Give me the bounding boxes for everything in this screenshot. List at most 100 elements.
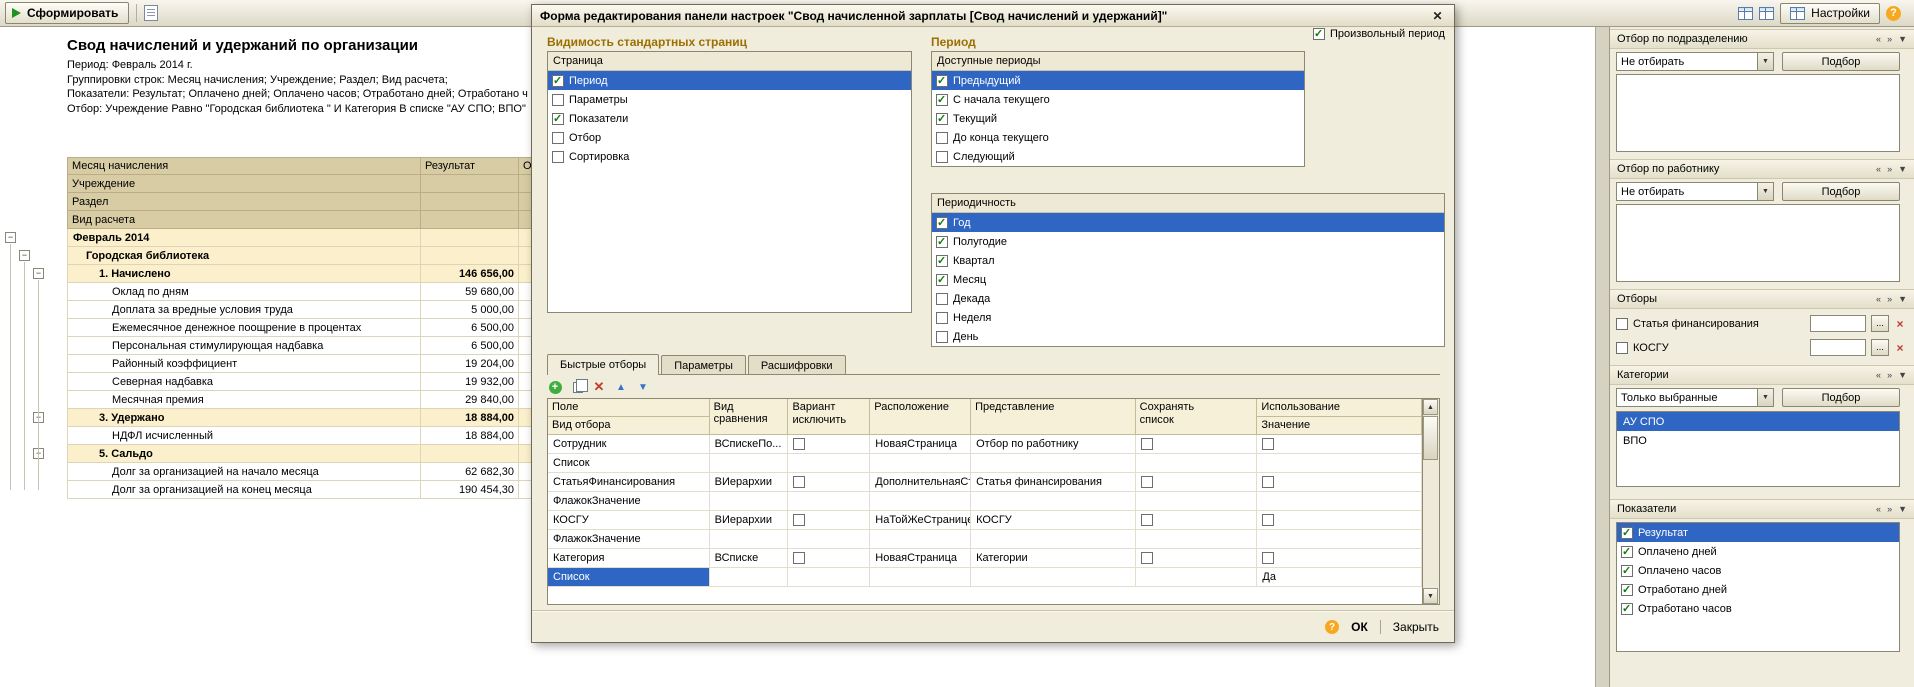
pages-list[interactable]: Страница ПериодПараметрыПоказателиОтборС… [547,51,912,313]
indicator-checkbox[interactable] [1621,603,1633,615]
periodicity-item[interactable]: Год [932,213,1444,232]
indicator-checkbox[interactable] [1621,546,1633,558]
section-arrow-left-icon[interactable]: « [1876,504,1881,514]
section-arrow-right-icon[interactable]: » [1887,34,1892,44]
department-filter-combo[interactable]: Не отбирать ▼ [1616,52,1774,71]
periodicity-checkbox[interactable] [936,274,948,286]
employee-filter-combo[interactable]: Не отбирать ▼ [1616,182,1774,201]
section-arrow-left-icon[interactable]: « [1876,294,1881,304]
kosgu-clear-icon[interactable]: × [1894,341,1906,355]
filters-table-row[interactable]: Список [548,454,1422,473]
categories-combo[interactable]: Только выбранные ▼ [1616,388,1774,407]
report-row[interactable]: Северная надбавка19 932,00 [0,373,611,391]
finance-article-clear-icon[interactable]: × [1894,317,1906,331]
tab-2[interactable]: Расшифровки [748,355,846,375]
scroll-thumb[interactable] [1423,416,1438,460]
periodicity-item[interactable]: Полугодие [932,232,1444,251]
filters-table-row[interactable]: ФлажокЗначение [548,492,1422,511]
indicator-checkbox[interactable] [1621,584,1633,596]
usage-checkbox[interactable] [1262,476,1274,488]
filters-table-row[interactable]: СтатьяФинансированияВИерархииДополнитель… [548,473,1422,492]
section-arrow-left-icon[interactable]: « [1876,34,1881,44]
report-row[interactable]: Доплата за вредные условия труда5 000,00 [0,301,611,319]
kosgu-checkbox[interactable] [1616,342,1628,354]
report-row[interactable]: −5. Сальдо [0,445,611,463]
period-item[interactable]: Следующий [932,147,1304,166]
save-list-checkbox[interactable] [1141,552,1153,564]
exclude-checkbox[interactable] [793,438,805,450]
usage-checkbox[interactable] [1262,514,1274,526]
tab-0[interactable]: Быстрые отборы [547,354,659,375]
finance-article-checkbox[interactable] [1616,318,1628,330]
periodicity-item[interactable]: День [932,327,1444,346]
report-row[interactable]: НДФЛ исчисленный18 884,00 [0,427,611,445]
categories-list[interactable]: АУ СПОВПО [1616,411,1900,487]
report-settings-icon[interactable] [144,5,158,21]
periodicity-item[interactable]: Декада [932,289,1444,308]
filters-table-row[interactable]: КОСГУВИерархииНаТойЖеСтраницеКОСГУ [548,511,1422,530]
page-checkbox[interactable] [552,132,564,144]
employee-pick-button[interactable]: Подбор [1782,182,1900,201]
filters-table-row[interactable]: ФлажокЗначение [548,530,1422,549]
kosgu-field[interactable] [1810,339,1866,356]
indicators-list[interactable]: РезультатОплачено днейОплачено часовОтра… [1616,522,1900,652]
page-checkbox[interactable] [552,75,564,87]
section-arrow-right-icon[interactable]: » [1887,370,1892,380]
page-item[interactable]: Параметры [548,90,911,109]
settings-button[interactable]: Настройки [1780,3,1880,24]
report-row[interactable]: Долг за организацией на начало месяца62 … [0,463,611,481]
usage-checkbox[interactable] [1262,438,1274,450]
dialog-help-icon[interactable]: ? [1325,620,1339,634]
tree-collapse-button[interactable]: − [5,232,16,243]
save-list-checkbox[interactable] [1141,514,1153,526]
exclude-checkbox[interactable] [793,476,805,488]
ok-button[interactable]: ОК [1348,618,1371,636]
add-icon[interactable]: + [547,379,563,395]
page-item[interactable]: Период [548,71,911,90]
save-list-checkbox[interactable] [1141,476,1153,488]
categories-pick-button[interactable]: Подбор [1782,388,1900,407]
report-row[interactable]: Персональная стимулирующая надбавка6 500… [0,337,611,355]
copy-icon[interactable] [569,379,585,395]
periodicity-checkbox[interactable] [936,236,948,248]
filters-table-row[interactable]: СписокДа [548,568,1422,587]
employee-list[interactable] [1616,204,1900,282]
periodicity-item[interactable]: Квартал [932,251,1444,270]
department-pick-button[interactable]: Подбор [1782,52,1900,71]
section-menu-icon[interactable]: ▼ [1898,294,1907,304]
period-checkbox[interactable] [936,151,948,163]
section-arrow-left-icon[interactable]: « [1876,164,1881,174]
period-item[interactable]: Предыдущий [932,71,1304,90]
page-item[interactable]: Отбор [548,128,911,147]
close-icon[interactable]: ✕ [1429,7,1446,24]
period-checkbox[interactable] [936,94,948,106]
dialog-close-button[interactable]: Закрыть [1390,618,1442,636]
report-row[interactable]: −Городская библиотека [0,247,611,265]
tree-collapse-button[interactable]: − [19,250,30,261]
report-row[interactable]: Месячная премия29 840,00 [0,391,611,409]
page-checkbox[interactable] [552,151,564,163]
periodicity-checkbox[interactable] [936,255,948,267]
section-arrow-right-icon[interactable]: » [1887,164,1892,174]
periodicity-list[interactable]: Периодичность ГодПолугодиеКварталМесяцДе… [931,193,1445,347]
tab-1[interactable]: Параметры [661,355,746,375]
finance-article-choose-button[interactable]: ... [1871,315,1889,332]
period-item[interactable]: С начала текущего [932,90,1304,109]
page-item[interactable]: Сортировка [548,147,911,166]
page-checkbox[interactable] [552,94,564,106]
arbitrary-period-checkbox[interactable]: Произвольный период [1313,28,1445,40]
periodicity-checkbox[interactable] [936,217,948,229]
periodicity-checkbox[interactable] [936,331,948,343]
section-menu-icon[interactable]: ▼ [1898,370,1907,380]
category-item[interactable]: АУ СПО [1617,412,1899,431]
table-view-icon[interactable] [1738,7,1753,20]
section-arrow-left-icon[interactable]: « [1876,370,1881,380]
periodicity-item[interactable]: Неделя [932,308,1444,327]
section-menu-icon[interactable]: ▼ [1898,34,1907,44]
chevron-down-icon[interactable]: ▼ [1757,53,1773,70]
department-list[interactable] [1616,74,1900,152]
delete-icon[interactable]: ✕ [591,379,607,395]
save-list-checkbox[interactable] [1141,438,1153,450]
kosgu-choose-button[interactable]: ... [1871,339,1889,356]
move-up-icon[interactable]: ▲ [613,379,629,395]
